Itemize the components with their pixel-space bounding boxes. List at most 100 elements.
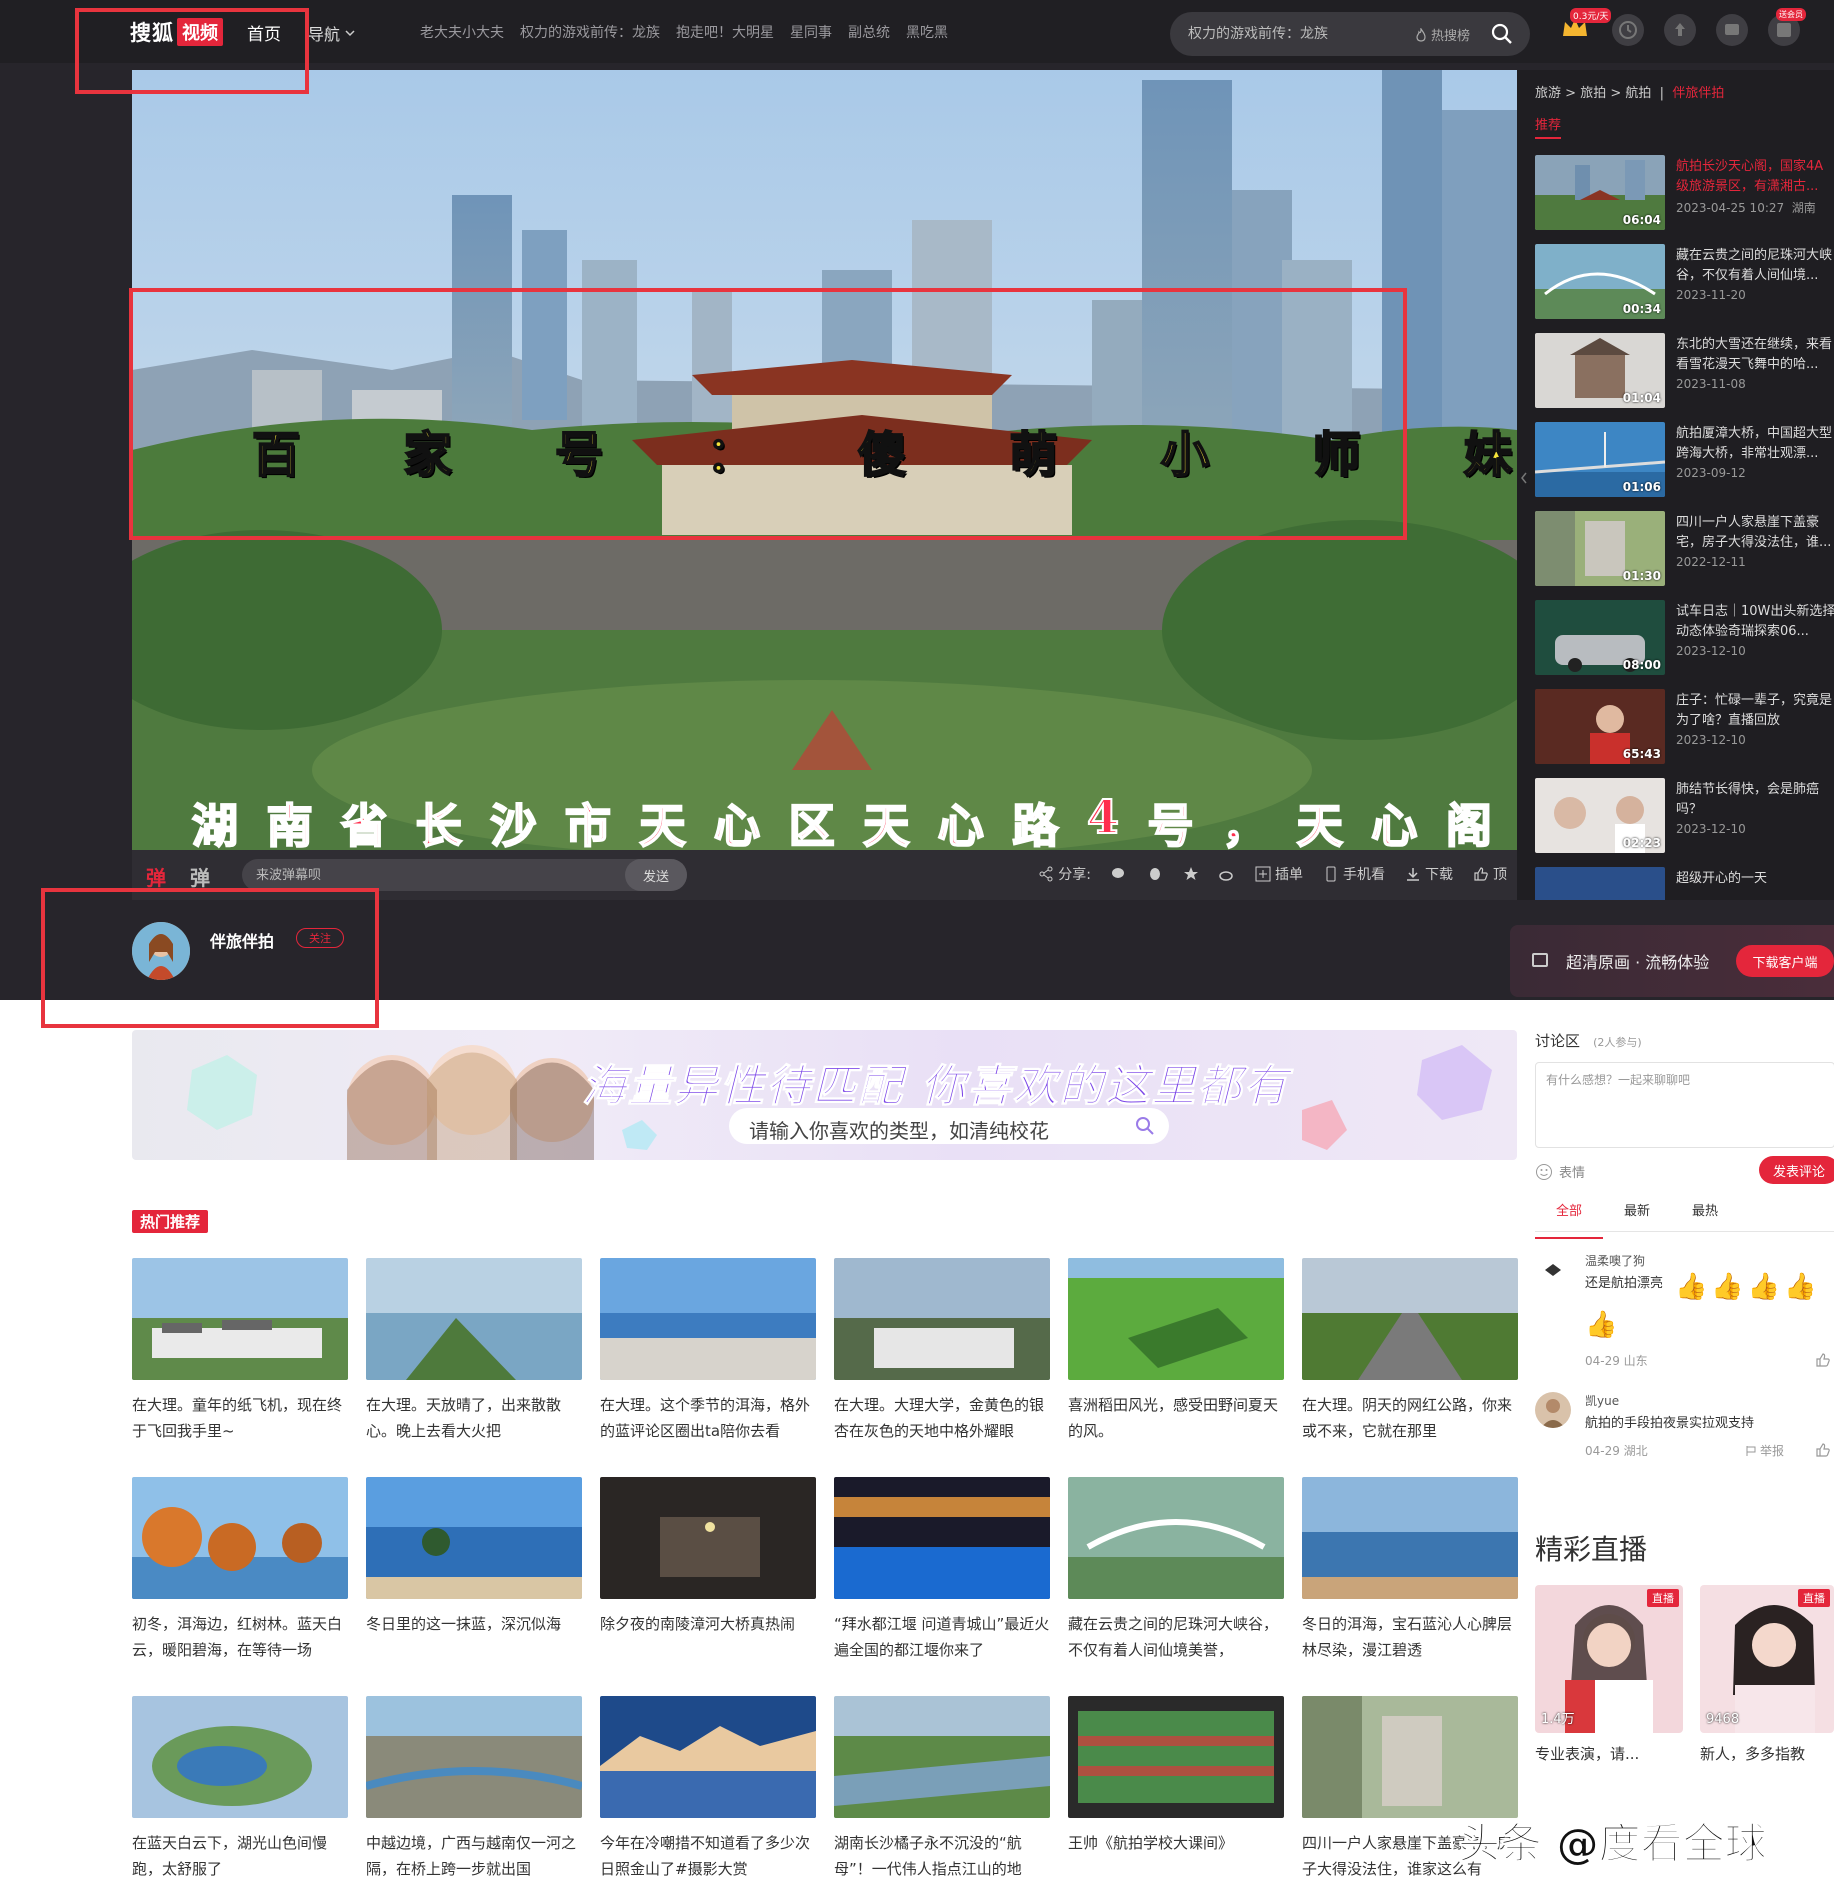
recommend-item[interactable]: 01:30 四川一户人家悬崖下盖豪宅，房子大得没法住，谁... 2022-12-… xyxy=(1535,511,1834,600)
tab-all[interactable]: 全部 xyxy=(1535,1200,1603,1239)
duration-label: 65:43 xyxy=(1622,747,1661,761)
hot-link[interactable]: 星同事 xyxy=(790,22,832,42)
ad-banner[interactable]: 海量异性待匹配 你喜欢的这里都有 请输入你喜欢的类型，如清纯校花 xyxy=(132,1030,1517,1160)
video-card[interactable]: 在大理。阴天的网红公路，你来或不来，它就在那里 xyxy=(1302,1258,1518,1444)
upload-icon[interactable] xyxy=(1664,14,1696,46)
danmu-input-wrap: 发送 xyxy=(242,859,687,891)
breadcrumb-channel[interactable]: 伴旅伴拍 xyxy=(1672,86,1724,101)
insert-button[interactable]: 插单 xyxy=(1255,864,1303,884)
recommend-item[interactable]: 06:04 航拍长沙天心阁，国家4A级旅游景区，有潇湘古... 2023-04-… xyxy=(1535,155,1834,244)
hot-link[interactable]: 老大夫小大夫 xyxy=(420,22,504,42)
video-title: 除夕夜的南陵漳河大桥真热闹 xyxy=(600,1615,796,1633)
download-button[interactable]: 下载 xyxy=(1405,864,1453,884)
video-card[interactable]: 今年在冷嘲措不知道看了多少次日照金山了#摄影大赏 xyxy=(600,1696,816,1882)
recommend-item[interactable]: 00:34 藏在云贵之间的尼珠河大峡谷，不仅有着人间仙境... 2023-11-… xyxy=(1535,244,1834,333)
message-icon[interactable] xyxy=(1716,14,1748,46)
qq-icon[interactable] xyxy=(1147,866,1163,882)
video-thumbnail xyxy=(834,1477,1050,1599)
tab-hottest[interactable]: 最热 xyxy=(1671,1200,1739,1231)
hot-link[interactable]: 抱走吧！大明星 xyxy=(676,22,774,42)
like-button[interactable]: 顶 xyxy=(1473,864,1507,884)
danmu-send-button[interactable]: 发送 xyxy=(625,859,687,891)
video-card[interactable]: 初冬，洱海边，红树林。蓝天白云，暖阳碧海，在等待一场 xyxy=(132,1477,348,1663)
recommend-date: 2023-11-08 xyxy=(1676,377,1746,391)
weibo-icon[interactable] xyxy=(1219,866,1235,882)
comment-avatar[interactable] xyxy=(1535,1392,1571,1428)
danmu-input[interactable] xyxy=(256,859,586,891)
recommend-item[interactable]: 01:04 东北的大雪还在继续，来看看雪花漫天飞舞中的哈... 2023-11-… xyxy=(1535,333,1834,422)
breadcrumb-item[interactable]: 旅拍 xyxy=(1580,86,1606,101)
search-input[interactable] xyxy=(1188,12,1398,56)
video-card[interactable]: 冬日里的这一抹蓝，深沉似海 xyxy=(366,1477,582,1663)
thumbs-up-icon[interactable] xyxy=(1815,1352,1831,1368)
vip-crown-button[interactable]: 0.3元/天 xyxy=(1560,8,1612,46)
recommend-item[interactable]: 02:23 肺结节长得快，会是肺癌吗？ 2023-12-10 xyxy=(1535,778,1834,867)
thumbs-up-icon[interactable] xyxy=(1815,1442,1831,1458)
discussion-title: 讨论区 xyxy=(1535,1032,1581,1050)
danmu-toggle-icon[interactable]: 弹 xyxy=(146,862,166,891)
caption-char: 市 xyxy=(564,798,612,850)
post-comment-button[interactable]: 发表评论 xyxy=(1759,1156,1834,1184)
smiley-icon xyxy=(1536,1163,1552,1180)
recommend-item[interactable]: 08:00 试车日志｜10W出头新选择 动态体验奇瑞探索06... 2023-1… xyxy=(1535,600,1834,689)
video-card[interactable]: 在大理。大理大学，金黄色的银杏在灰色的天地中格外耀眼 xyxy=(834,1258,1050,1444)
breadcrumb-item[interactable]: 旅游 xyxy=(1535,86,1561,101)
video-card[interactable]: 冬日的洱海，宝石蓝沁人心脾层林尽染，漫江碧透 xyxy=(1302,1477,1518,1663)
recommend-item[interactable]: 65:43 庄子：忙碌一辈子，究竟是为了啥？直播回放 2023-12-10 xyxy=(1535,689,1834,778)
recommend-list: 06:04 航拍长沙天心阁，国家4A级旅游景区，有潇湘古... 2023-04-… xyxy=(1535,155,1834,900)
hot-link[interactable]: 副总统 xyxy=(848,22,890,42)
recommend-date: 2023-12-10 xyxy=(1676,733,1746,747)
thumbs-emoji-row: 👍👍👍👍 xyxy=(1675,1272,1821,1302)
panel-collapse-chevron-icon[interactable] xyxy=(1519,470,1529,486)
hot-link[interactable]: 权力的游戏前传：龙族 xyxy=(520,22,660,42)
ad-search-box[interactable]: 请输入你喜欢的类型，如清纯校花 xyxy=(729,1108,1169,1144)
video-card[interactable]: 在大理。童年的纸飞机，现在终于飞回我手里~ xyxy=(132,1258,348,1444)
recommend-item[interactable]: 超级开心的一天 xyxy=(1535,867,1834,900)
comment-input[interactable] xyxy=(1535,1062,1834,1148)
caption-char: 长 xyxy=(415,798,463,850)
emoji-button[interactable]: 表情 xyxy=(1535,1162,1585,1181)
live-badge: 直播 xyxy=(1647,1589,1679,1607)
caption-char: 区 xyxy=(788,798,836,850)
danmu-settings-icon[interactable]: 弹 xyxy=(190,862,210,891)
video-card[interactable]: 中越边境，广西与越南仅一河之隔，在桥上跨一步就出国 xyxy=(366,1696,582,1882)
nav-guide-dropdown[interactable]: 导航 xyxy=(308,21,356,45)
caption-char: 天 xyxy=(638,798,686,850)
history-icon[interactable] xyxy=(1612,14,1644,46)
tab-recommend[interactable]: 推荐 xyxy=(1535,114,1562,139)
search-icon[interactable] xyxy=(1490,22,1514,46)
recommend-date: 2023-09-12 xyxy=(1676,466,1746,480)
tab-latest[interactable]: 最新 xyxy=(1603,1200,1671,1231)
download-client-button[interactable]: 下载客户端 xyxy=(1736,945,1834,977)
video-card[interactable]: 喜洲稻田风光，感受田野间夏天的风。 xyxy=(1068,1258,1284,1444)
mobile-watch-button[interactable]: 手机看 xyxy=(1323,864,1385,884)
wechat-icon[interactable] xyxy=(1111,866,1127,882)
video-card[interactable]: 王帅《航拍学校大课间》 xyxy=(1068,1696,1284,1882)
live-card[interactable]: 直播 1.4万 专业表演，请... xyxy=(1535,1585,1683,1764)
breadcrumb-item[interactable]: 航拍 xyxy=(1625,86,1651,101)
comment-avatar[interactable] xyxy=(1535,1252,1571,1288)
report-button[interactable]: 举报 xyxy=(1745,1442,1784,1459)
video-card[interactable]: 藏在云贵之间的尼珠河大峡谷，不仅有着人间仙境美誉， xyxy=(1068,1477,1284,1663)
video-title: “拜水都江堰 问道青城山”最近火遍全国的都江堰你来了 xyxy=(834,1615,1050,1659)
duration-label: 01:04 xyxy=(1622,391,1661,405)
recommend-item[interactable]: 01:06 航拍厦漳大桥，中国超大型跨海大桥，非常壮观漂... 2023-09-… xyxy=(1535,422,1834,511)
video-card[interactable]: 在大理。天放晴了，出来散散心。晚上去看大火把 xyxy=(366,1258,582,1444)
video-card[interactable]: “拜水都江堰 问道青城山”最近火遍全国的都江堰你来了 xyxy=(834,1477,1050,1663)
recommend-thumbnail: 02:23 xyxy=(1535,778,1665,853)
video-card[interactable]: 除夕夜的南陵漳河大桥真热闹 xyxy=(600,1477,816,1663)
hot-search-button[interactable]: 热搜榜 xyxy=(1415,25,1470,44)
comment-username[interactable]: 凯yue xyxy=(1585,1392,1619,1409)
hot-link[interactable]: 黑吃黑 xyxy=(906,22,948,42)
video-card[interactable]: 在大理。这个季节的洱海，格外的蓝评论区圈出ta陪你去看 xyxy=(600,1258,816,1444)
comment-item: 温柔噢了狗 还是航拍漂亮 👍👍👍👍 👍 04-29 山东 xyxy=(1535,1252,1834,1368)
live-card[interactable]: 直播 9468 新人，多多指教 xyxy=(1700,1585,1834,1764)
caption-char: 南 xyxy=(266,798,314,850)
user-avatar-icon[interactable]: 送会员 xyxy=(1768,8,1806,46)
comment-username[interactable]: 温柔噢了狗 xyxy=(1585,1252,1645,1269)
mobile-label: 手机看 xyxy=(1343,867,1385,883)
annotation-box-author xyxy=(41,888,379,1028)
qzone-star-icon[interactable] xyxy=(1183,866,1199,882)
video-card[interactable]: 湖南长沙橘子永不沉没的“航母”！一代伟人指点江山的地 xyxy=(834,1696,1050,1882)
video-card[interactable]: 在蓝天白云下，湖光山色间慢跑，太舒服了 xyxy=(132,1696,348,1882)
